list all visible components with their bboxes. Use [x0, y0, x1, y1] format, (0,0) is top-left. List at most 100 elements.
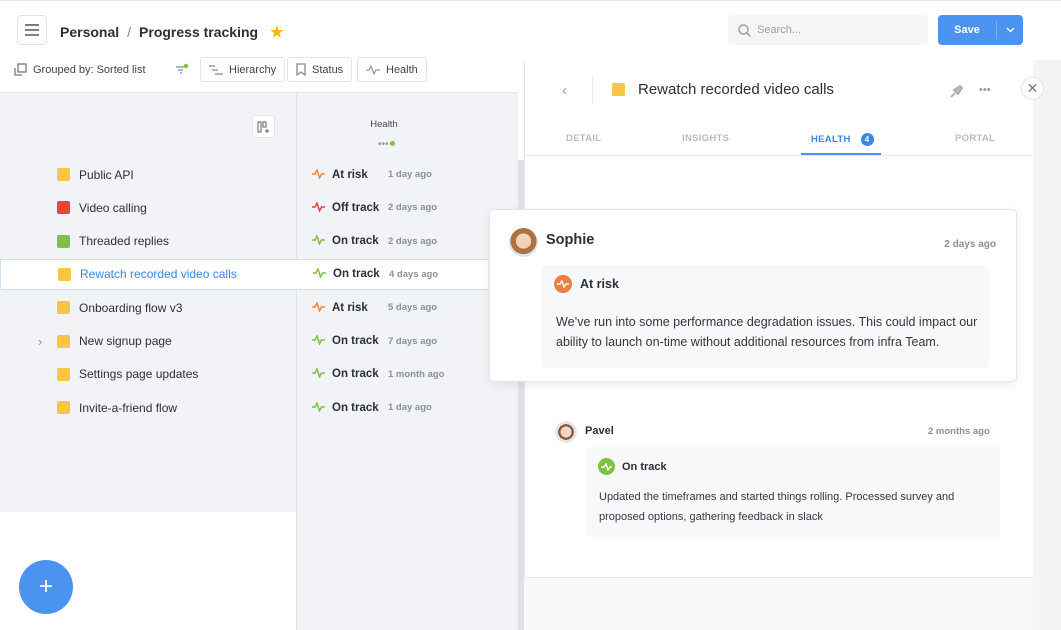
update-status: On track	[622, 461, 667, 473]
breadcrumb-separator: /	[127, 24, 132, 40]
list-row[interactable]: Public API At risk 1 day ago	[0, 159, 488, 190]
list-row[interactable]: Rewatch recorded video calls On track 4 da…	[0, 258, 488, 290]
health-status[interactable]: On track	[332, 368, 379, 380]
author-name: Pavel	[585, 425, 614, 437]
status-square	[57, 367, 70, 381]
more-icon[interactable]: •••	[979, 84, 991, 96]
health-button[interactable]: Health	[357, 57, 427, 82]
detail-title: Rewatch recorded video calls	[638, 81, 834, 98]
expand-chevron-icon[interactable]: ›	[38, 334, 42, 349]
bookmark-icon	[296, 63, 306, 76]
tab-health[interactable]: HEALTH 4	[811, 133, 874, 146]
health-update-card[interactable]: Sophie 2 days ago At risk We’ve run into…	[489, 209, 1017, 382]
panel-gutter	[1033, 60, 1061, 630]
pin-icon[interactable]	[949, 84, 964, 104]
health-time: 2 days ago	[388, 202, 438, 214]
grouped-by[interactable]: Grouped by: Sorted list	[14, 57, 146, 82]
health-time: 1 month ago	[388, 368, 445, 380]
row-name: New signup page	[79, 334, 172, 348]
active-tab-indicator	[801, 153, 881, 155]
list-row[interactable]: Onboarding flow v3 At risk 5 days ago	[0, 292, 488, 323]
tab-portal[interactable]: PORTAL	[955, 133, 995, 144]
status-square	[612, 83, 625, 96]
health-pulse-icon	[313, 265, 326, 283]
health-time: 5 days ago	[388, 302, 438, 314]
health-pulse-icon	[312, 199, 325, 217]
list-row[interactable]: Threaded replies On track 2 days ago	[0, 226, 488, 257]
hierarchy-button[interactable]: Hierarchy	[200, 57, 286, 82]
star-icon[interactable]: ★	[270, 23, 283, 41]
status-label: Status	[312, 63, 344, 76]
author-name: Sophie	[546, 232, 595, 248]
row-name: Settings page updates	[79, 367, 199, 382]
row-name: Onboarding flow v3	[79, 300, 183, 315]
status-square	[57, 234, 70, 248]
health-status[interactable]: On track	[332, 235, 379, 247]
search-icon	[738, 23, 751, 37]
add-button[interactable]: +	[19, 560, 73, 614]
status-square	[57, 334, 70, 348]
update-text: We’ve run into some performance degradat…	[556, 315, 978, 349]
avatar-pavel	[555, 421, 577, 443]
list-row[interactable]: Settings page updates On track 1 month ago	[0, 359, 488, 390]
list-row[interactable]: Invite-a-friend flow On track 1 day ago	[0, 392, 488, 423]
health-pulse-icon	[312, 332, 325, 350]
breadcrumb: Personal / Progress tracking ★	[60, 23, 284, 41]
status-button[interactable]: Status	[287, 57, 353, 82]
column-add-icon	[257, 120, 269, 133]
close-icon: ✕	[1026, 80, 1039, 96]
chevron-down-icon[interactable]	[996, 21, 1023, 39]
update-text: Updated the timeframes and started thing…	[599, 491, 955, 523]
status-square	[57, 201, 70, 215]
breadcrumb-current: Progress tracking	[139, 24, 259, 40]
health-time: 2 days ago	[388, 235, 438, 247]
health-status[interactable]: On track	[332, 402, 379, 414]
health-pulse-icon	[312, 166, 325, 184]
health-status[interactable]: On track	[332, 335, 379, 347]
menu-button[interactable]	[17, 15, 47, 45]
tab-insights[interactable]: INSIGHTS	[682, 133, 729, 144]
pulse-icon	[366, 64, 380, 75]
update-time: 2 days ago	[944, 239, 996, 250]
health-status[interactable]: At risk	[332, 169, 368, 181]
status-square	[57, 168, 70, 181]
row-name: Public API	[79, 167, 134, 182]
close-button[interactable]: ✕	[1021, 77, 1044, 100]
health-label: Health	[386, 63, 418, 76]
hierarchy-label: Hierarchy	[229, 63, 277, 76]
update-status: At risk	[580, 277, 619, 291]
add-column-button[interactable]	[252, 115, 275, 138]
health-time: 1 day ago	[388, 402, 432, 414]
health-column-header: Health	[370, 119, 398, 130]
health-pulse-icon	[312, 365, 325, 383]
health-pulse-icon	[312, 399, 325, 417]
filter-button[interactable]	[175, 57, 189, 82]
hierarchy-icon	[209, 64, 223, 75]
tab-detail[interactable]: DETAIL	[566, 133, 601, 144]
health-status[interactable]: On track	[333, 268, 380, 280]
row-name: Rewatch recorded video calls	[80, 267, 237, 282]
health-time: 7 days ago	[388, 335, 438, 347]
search-placeholder: Search...	[757, 24, 802, 36]
health-status[interactable]: At risk	[332, 302, 368, 314]
save-button[interactable]: Save	[938, 15, 1023, 45]
status-square	[58, 267, 71, 281]
status-square	[57, 301, 70, 315]
health-time: 4 days ago	[389, 268, 439, 280]
update-time: 2 months ago	[928, 426, 990, 437]
breadcrumb-personal[interactable]: Personal	[60, 24, 119, 40]
list-row[interactable]: Video calling Off track 2 days ago	[0, 192, 488, 223]
list-row[interactable]: › New signup page On track 7 days ago	[0, 326, 488, 357]
tabs-divider	[524, 155, 1033, 156]
on-track-icon	[598, 458, 615, 475]
back-chevron-icon[interactable]: ‹	[562, 82, 567, 99]
row-name: Video calling	[79, 200, 147, 215]
status-square	[57, 401, 70, 415]
column-options-icon[interactable]: •••	[378, 140, 395, 150]
filter-icon	[176, 63, 189, 74]
health-status[interactable]: Off track	[332, 202, 379, 214]
search-input[interactable]: Search...	[728, 15, 928, 45]
update-bubble: At risk We’ve run into some performance …	[541, 265, 989, 368]
update-bubble: On track Updated the timeframes and star…	[586, 447, 1000, 537]
row-name: Threaded replies	[79, 234, 170, 249]
